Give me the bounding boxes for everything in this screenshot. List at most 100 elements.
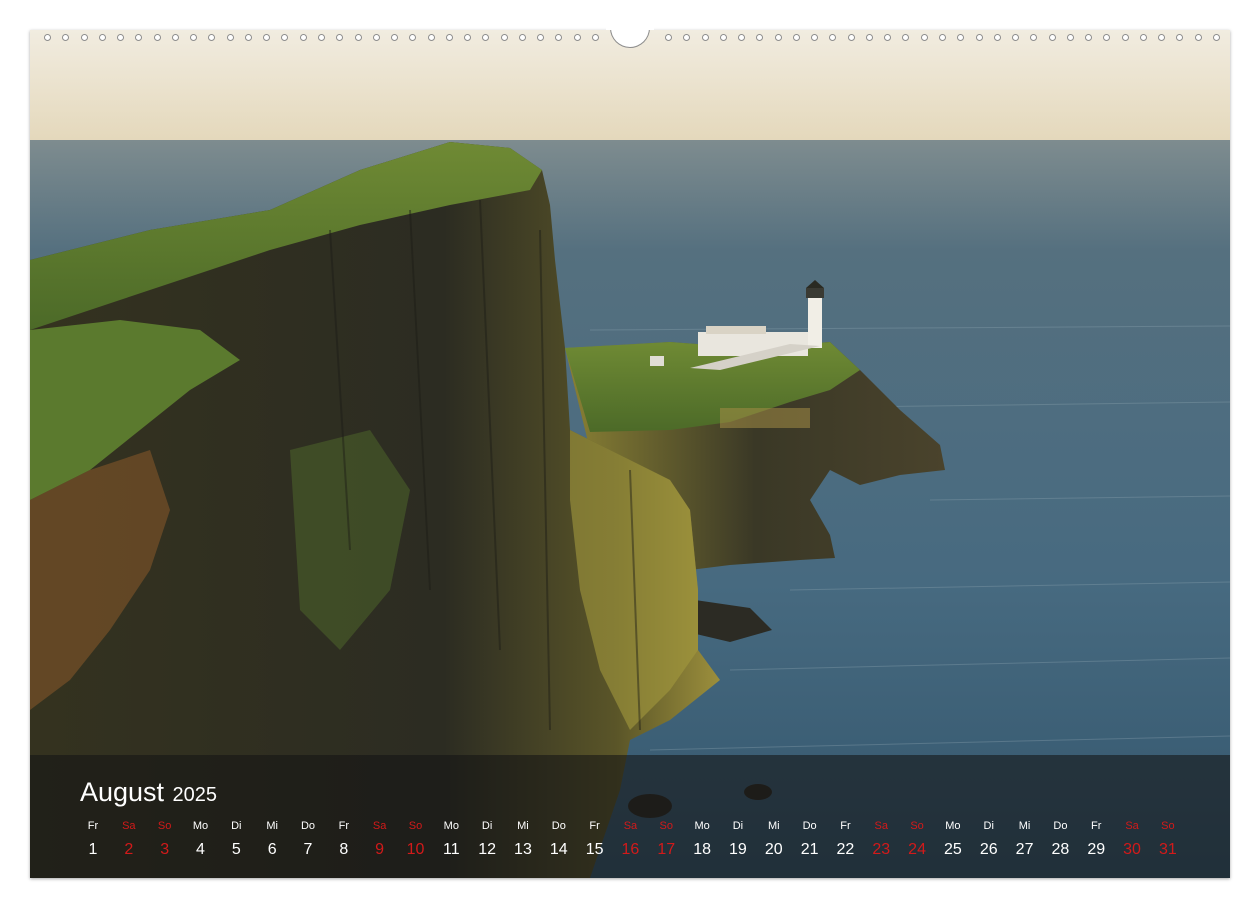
- binding-ring: [537, 33, 545, 41]
- calendar-day: Do 28: [1043, 819, 1077, 861]
- binding-ring: [920, 33, 928, 41]
- calendar-day: Di 5: [219, 819, 253, 861]
- day-number: 21: [800, 841, 819, 858]
- binding-ring: [135, 33, 143, 41]
- day-number: 27: [1015, 841, 1034, 858]
- weekday-label: Mo: [192, 820, 209, 832]
- binding-ring: [153, 33, 161, 41]
- binding-ring: [1066, 33, 1074, 41]
- binding-ring: [756, 33, 764, 41]
- binding-ring: [44, 33, 51, 41]
- binding-ring: [391, 33, 399, 41]
- weekday-label: Mi: [266, 820, 278, 832]
- binding-ring: [372, 33, 380, 41]
- day-number: 28: [1051, 841, 1070, 858]
- calendar-strip: August 2025 Fr 1 Sa 2 So 3 Mo 4 Di 5 Mi 6 Do 7 Fr 8 Sa 9 S…: [30, 755, 1230, 878]
- binding-ring: [190, 33, 198, 41]
- binding-ring: [719, 33, 727, 41]
- calendar-day: Fr 15: [578, 819, 612, 861]
- weekday-label: Mo: [945, 820, 961, 832]
- binding-ring: [1103, 33, 1111, 41]
- weekday-label: Mi: [1018, 820, 1031, 832]
- calendar-day: Do 21: [793, 819, 827, 861]
- weekday-label: So: [1161, 820, 1175, 832]
- day-number: 9: [375, 841, 385, 858]
- day-number: 1: [88, 841, 98, 858]
- weekday-label: So: [659, 820, 673, 832]
- sea-cliff-lighthouse-image: [30, 30, 1230, 878]
- weekday-label: Sa: [1125, 820, 1139, 832]
- landscape-photo: [30, 30, 1230, 878]
- calendar-day: Fr 1: [76, 819, 110, 861]
- weekday-label: Do: [1053, 820, 1068, 832]
- day-number: 19: [729, 841, 747, 858]
- calendar-day: Mi 27: [1008, 819, 1042, 861]
- binding-ring: [738, 33, 746, 41]
- weekday-label: So: [157, 820, 172, 832]
- calendar-day: Fr 29: [1079, 819, 1113, 861]
- calendar-day: Fr 8: [327, 819, 361, 861]
- binding-ring: [427, 33, 435, 41]
- calendar-day: Sa 16: [613, 819, 647, 861]
- calendar-day: Di 26: [972, 819, 1006, 861]
- binding-ring: [1012, 33, 1020, 41]
- day-number: 14: [549, 841, 568, 858]
- binding-ring: [1085, 33, 1093, 41]
- day-number: 2: [124, 841, 134, 858]
- binding-ring: [591, 33, 599, 41]
- binding-ring: [792, 33, 800, 41]
- binding-ring: [1030, 33, 1038, 41]
- day-number: 7: [303, 841, 313, 858]
- calendar-day: So 24: [900, 819, 934, 861]
- binding-ring: [226, 33, 234, 41]
- binding-ring: [701, 33, 709, 41]
- day-number: 22: [836, 841, 855, 858]
- weekday-label: Mi: [767, 820, 780, 832]
- binding-ring: [829, 33, 837, 41]
- weekday-label: Do: [300, 820, 315, 832]
- weekday-label: Fr: [87, 820, 99, 832]
- weekday-label: Sa: [122, 820, 136, 832]
- binding-ring: [1121, 33, 1129, 41]
- binding-ring: [464, 33, 472, 41]
- calendar-day: So 3: [148, 819, 182, 861]
- binding-ring: [263, 33, 271, 41]
- calendar-day: Do 7: [291, 819, 325, 861]
- day-number: 18: [693, 841, 711, 858]
- weekday-label: Fr: [589, 820, 600, 832]
- binding-ring: [244, 33, 252, 41]
- calendar-day: Sa 30: [1115, 819, 1149, 861]
- calendar-day: Sa 2: [112, 819, 146, 861]
- calendar-day: Mi 20: [757, 819, 791, 861]
- binding-ring: [281, 33, 289, 41]
- binding-ring: [171, 33, 179, 41]
- binding-ring: [80, 33, 88, 41]
- binding-ring: [555, 33, 563, 41]
- day-number: 31: [1158, 841, 1177, 858]
- weekday-label: Do: [802, 820, 817, 832]
- binding-ring: [482, 33, 490, 41]
- binding-ring: [774, 33, 782, 41]
- calendar-day: Sa 9: [363, 819, 397, 861]
- day-number: 13: [514, 841, 532, 858]
- binding-ring: [445, 33, 453, 41]
- day-number: 11: [442, 841, 460, 858]
- month-name: August: [80, 777, 165, 807]
- weekday-label: Sa: [623, 820, 638, 832]
- day-number: 23: [872, 841, 891, 858]
- calendar-day: So 17: [649, 819, 683, 861]
- day-number: 29: [1087, 841, 1106, 858]
- calendar-day: Mi 13: [506, 819, 540, 861]
- days-row: Fr 1 Sa 2 So 3 Mo 4 Di 5 Mi 6 Do 7 Fr 8 Sa 9 So 10 Mo 11 Di 12 M…: [76, 819, 1187, 865]
- calendar-day: Do 14: [542, 819, 576, 861]
- weekday-label: Sa: [874, 820, 888, 832]
- binding-ring: [957, 33, 965, 41]
- weekday-label: So: [910, 820, 924, 832]
- binding-ring: [884, 33, 892, 41]
- weekday-label: Mo: [443, 820, 459, 832]
- calendar-day: Sa 23: [864, 819, 898, 861]
- day-number: 8: [339, 841, 349, 858]
- binding-ring: [939, 33, 947, 41]
- day-number: 24: [908, 841, 926, 858]
- binding-ring: [1139, 33, 1147, 41]
